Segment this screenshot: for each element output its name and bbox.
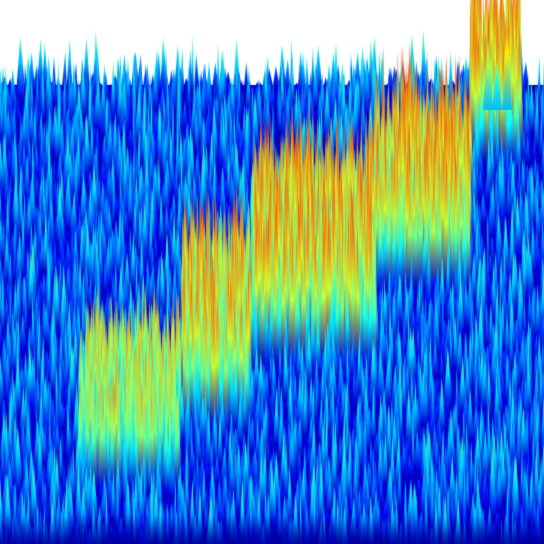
spectrum-surface-canvas [0,0,544,544]
surface-plot-image [0,0,544,544]
